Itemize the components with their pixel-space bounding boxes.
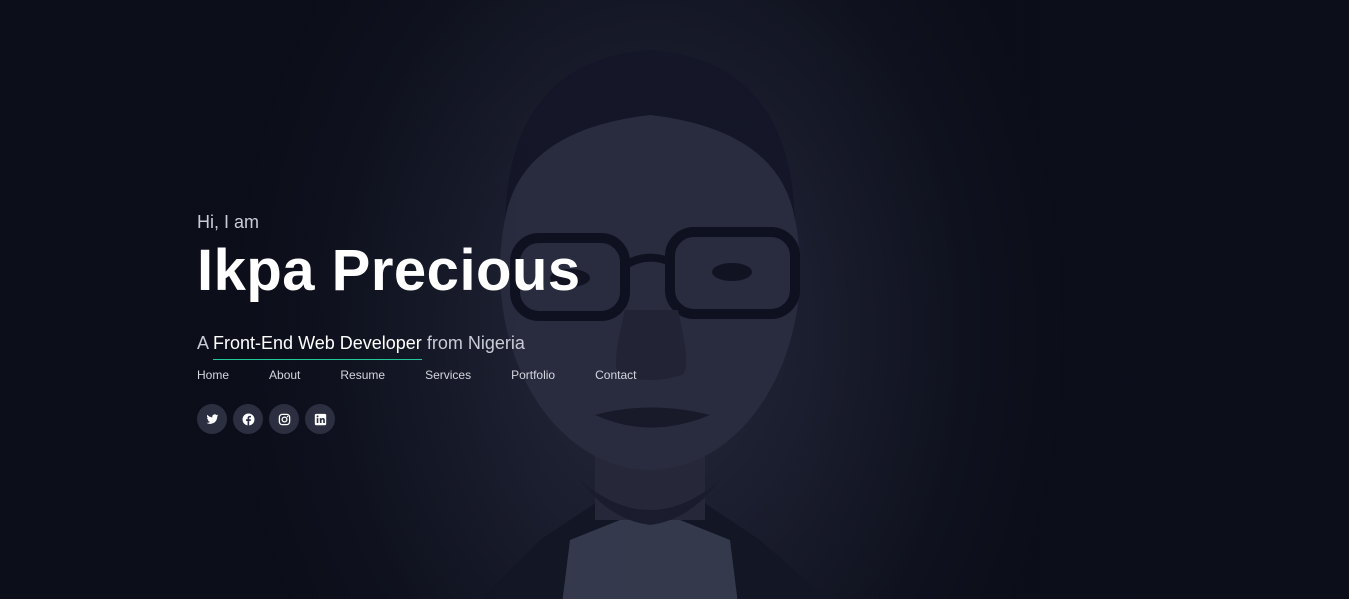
tagline-suffix: from Nigeria: [426, 333, 525, 353]
instagram-button[interactable]: [269, 404, 299, 434]
nav-home[interactable]: Home: [197, 367, 229, 383]
social-links: [197, 404, 757, 434]
hero-name: Ikpa Precious: [197, 238, 581, 303]
twitter-icon: [206, 413, 218, 424]
nav-portfolio[interactable]: Portfolio: [511, 367, 555, 383]
facebook-button[interactable]: [233, 404, 263, 434]
nav-about[interactable]: About: [269, 367, 300, 383]
greeting-text: Hi, I am: [197, 212, 260, 232]
hero-section: Hi, I am Ikpa Precious A Front-End Web D…: [0, 0, 1349, 599]
main-nav: Home About Resume Services Portfolio Con…: [197, 367, 757, 383]
facebook-icon: [242, 413, 254, 425]
twitter-button[interactable]: [197, 404, 227, 434]
nav-resume[interactable]: Resume: [340, 367, 385, 383]
linkedin-button[interactable]: [305, 404, 335, 434]
tagline-role: Front-End Web Developer: [213, 333, 422, 360]
nav-services[interactable]: Services: [425, 367, 471, 383]
instagram-icon: [278, 413, 290, 425]
linkedin-icon: [314, 413, 326, 425]
hero-tagline: A Front-End Web Developer from Nigeria: [197, 331, 757, 360]
hero-content: Hi, I am Ikpa Precious A Front-End Web D…: [197, 211, 757, 434]
tagline-prefix: A: [197, 333, 209, 353]
nav-contact[interactable]: Contact: [595, 367, 636, 383]
